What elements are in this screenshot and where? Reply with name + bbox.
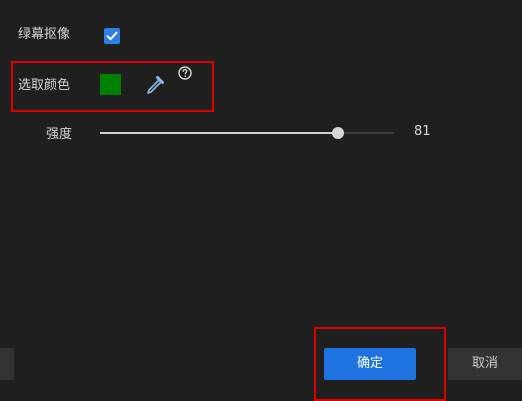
checkmark-icon bbox=[106, 31, 118, 41]
help-icon[interactable] bbox=[178, 66, 192, 80]
green-screen-panel: 绿幕抠像 选取颜色 强度 81 确定 取消 bbox=[0, 0, 522, 401]
slider-fill bbox=[100, 132, 339, 134]
left-edge-button[interactable] bbox=[0, 348, 14, 380]
eyedropper-icon[interactable] bbox=[144, 74, 166, 96]
slider-thumb[interactable] bbox=[332, 127, 345, 139]
green-screen-checkbox[interactable] bbox=[104, 28, 120, 44]
color-swatch[interactable] bbox=[100, 74, 121, 95]
cancel-button[interactable]: 取消 bbox=[448, 348, 522, 380]
strength-label: 强度 bbox=[46, 127, 73, 142]
strength-slider[interactable] bbox=[100, 127, 394, 139]
ok-button[interactable]: 确定 bbox=[324, 348, 416, 380]
pick-color-label: 选取颜色 bbox=[18, 78, 71, 93]
green-screen-label: 绿幕抠像 bbox=[18, 27, 71, 42]
strength-value: 81 bbox=[414, 124, 431, 139]
